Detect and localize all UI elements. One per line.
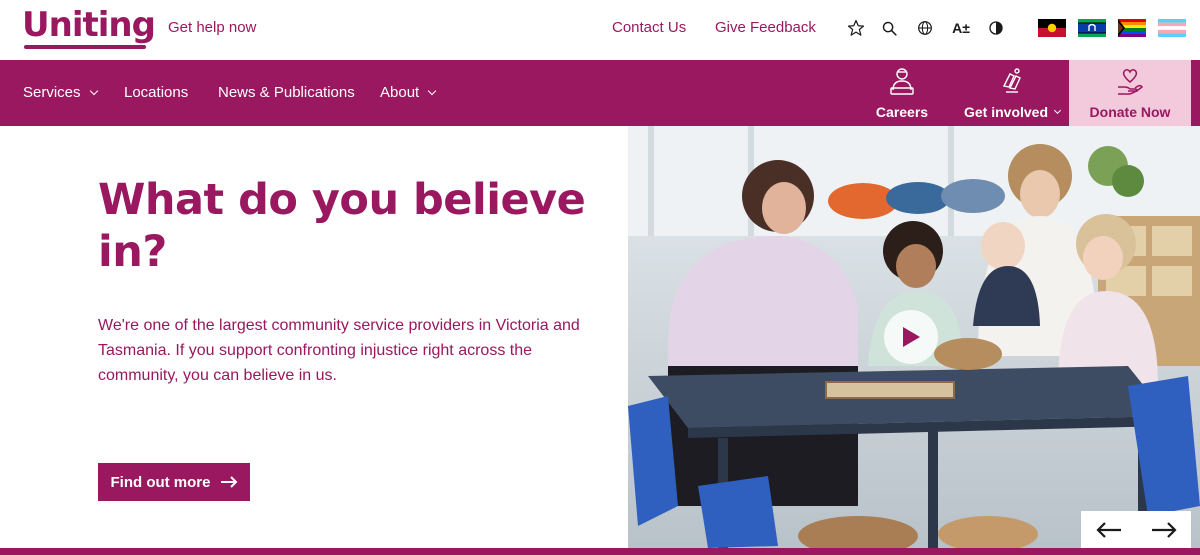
person-laptop-icon bbox=[890, 68, 914, 95]
transgender-flag-icon bbox=[1158, 19, 1186, 37]
get-involved-button[interactable]: Get involved bbox=[960, 60, 1064, 126]
nav-about[interactable]: About bbox=[380, 84, 437, 101]
globe-icon[interactable] bbox=[914, 16, 936, 40]
logo-underline bbox=[24, 45, 146, 49]
play-icon bbox=[903, 327, 920, 347]
nav-about-label: About bbox=[380, 84, 420, 101]
get-involved-label: Get involved bbox=[963, 104, 1062, 120]
careers-button[interactable]: Careers bbox=[864, 60, 940, 126]
aboriginal-flag-icon bbox=[1038, 19, 1066, 37]
contact-us-link[interactable]: Contact Us bbox=[612, 19, 686, 36]
chevron-down-icon bbox=[89, 86, 98, 95]
heart-hand-icon bbox=[1118, 69, 1143, 95]
arrow-right-icon[interactable] bbox=[1151, 521, 1177, 538]
get-involved-text: Get involved bbox=[963, 104, 1049, 120]
find-out-more-label: Find out more bbox=[110, 473, 211, 491]
chevron-down-icon bbox=[1053, 106, 1062, 114]
bottom-accent-strip bbox=[0, 548, 1200, 555]
nav-news-label: News & Publications bbox=[218, 84, 355, 101]
uniting-logo[interactable]: Uniting bbox=[22, 8, 156, 42]
careers-label: Careers bbox=[875, 104, 929, 120]
torres-strait-islander-flag-icon bbox=[1078, 19, 1106, 37]
donate-now-button[interactable]: Donate Now bbox=[1069, 60, 1191, 126]
donate-now-label: Donate Now bbox=[1089, 104, 1171, 120]
chevron-down-icon bbox=[427, 86, 437, 95]
search-icon[interactable] bbox=[878, 16, 900, 40]
slider-controls bbox=[1081, 511, 1191, 548]
contrast-icon[interactable] bbox=[985, 16, 1007, 40]
progress-pride-flag-icon bbox=[1118, 19, 1146, 37]
nav-services[interactable]: Services bbox=[23, 84, 98, 101]
nav-services-label: Services bbox=[23, 84, 81, 101]
top-bar: Uniting Get help now Contact Us Give Fee… bbox=[0, 0, 1200, 60]
nav-locations[interactable]: Locations bbox=[124, 84, 188, 101]
arrow-right-icon bbox=[220, 476, 237, 488]
give-feedback-link[interactable]: Give Feedback bbox=[715, 19, 816, 36]
get-help-now-link[interactable]: Get help now bbox=[168, 19, 256, 36]
arrow-left-icon[interactable] bbox=[1095, 521, 1122, 538]
star-icon[interactable] bbox=[845, 16, 867, 40]
nav-news-publications[interactable]: News & Publications bbox=[218, 84, 355, 101]
text-size-icon[interactable]: A± bbox=[950, 16, 972, 40]
hero-title: What do you believe in? bbox=[98, 175, 586, 277]
hands-heart-icon bbox=[1002, 68, 1021, 93]
main-navigation: Services Locations News & Publications A… bbox=[0, 60, 1200, 126]
nav-locations-label: Locations bbox=[124, 84, 189, 101]
find-out-more-button[interactable]: Find out more bbox=[98, 463, 250, 501]
hero-description: We're one of the largest community servi… bbox=[98, 317, 580, 384]
play-video-button[interactable] bbox=[884, 310, 938, 364]
